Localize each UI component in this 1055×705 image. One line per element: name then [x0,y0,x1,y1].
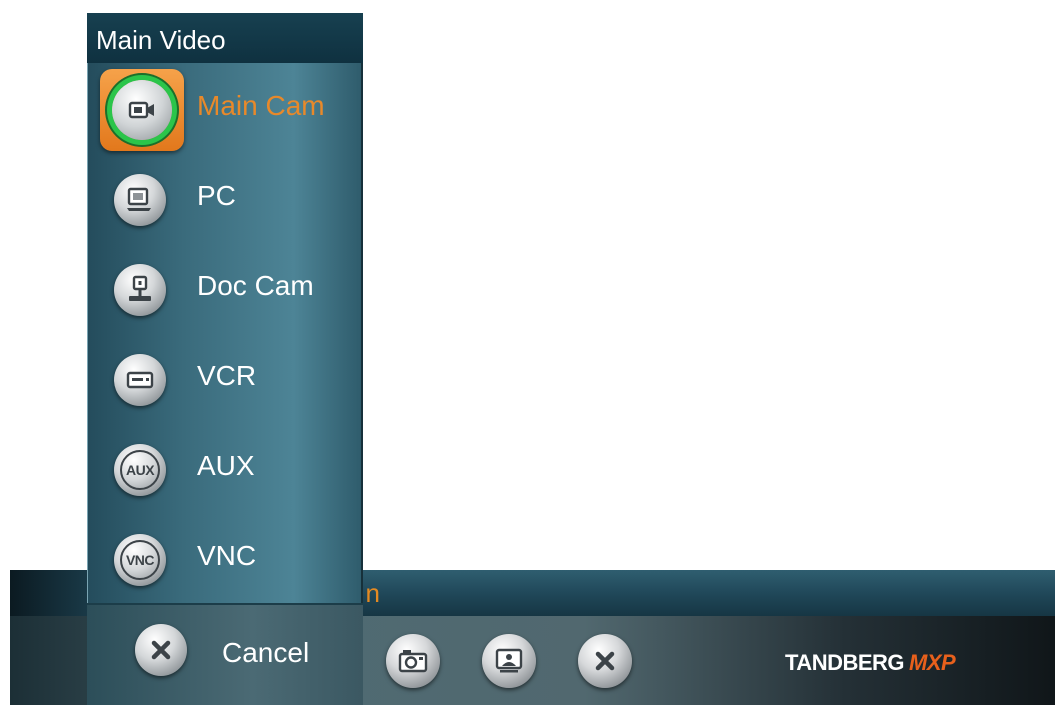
menu-item-doc-cam[interactable]: Doc Cam [87,243,363,333]
menu-item-label: PC [197,180,236,211]
menu-item-main-cam[interactable]: Main Cam [87,63,363,153]
toolbar-close-button[interactable] [578,634,632,688]
close-icon [595,651,615,671]
menu-item-vcr[interactable]: VCR [87,333,363,423]
menu-item-label: AUX [197,450,255,481]
cancel-icon [135,624,187,676]
menu-item-pc[interactable]: PC [87,153,363,243]
cancel-button[interactable]: Cancel [87,605,363,705]
vcr-icon [114,354,166,406]
aux-icon: AUX [114,444,166,496]
main-video-menu: Main Video Main Cam PC Doc Cam VCR AUX A… [87,13,363,705]
selection-highlight [100,69,184,151]
snapshot-camera-icon [398,650,428,673]
pc-monitor-icon [114,174,166,226]
brand-logo: TANDBERG MXP [785,650,956,676]
menu-item-label: VCR [197,360,257,391]
cancel-label: Cancel [222,637,310,668]
presentation-icon [495,648,523,673]
menu-item-label: Main Cam [197,90,325,121]
menu-item-label: VNC [197,540,257,571]
vnc-icon: VNC [114,534,166,586]
brand-suffix: MXP [909,650,956,675]
aux-icon-text: AUX [120,450,160,490]
menu-item-vnc[interactable]: VNC VNC [87,513,363,603]
document-camera-icon [114,264,166,316]
vnc-icon-text: VNC [120,540,160,580]
presentation-button[interactable] [482,634,536,688]
video-camera-icon [112,80,172,140]
menu-item-label: Doc Cam [197,270,314,301]
brand-name: TANDBERG [785,650,905,675]
snapshot-button[interactable] [386,634,440,688]
menu-title: Main Video [87,13,363,63]
menu-item-aux[interactable]: AUX AUX [87,423,363,513]
